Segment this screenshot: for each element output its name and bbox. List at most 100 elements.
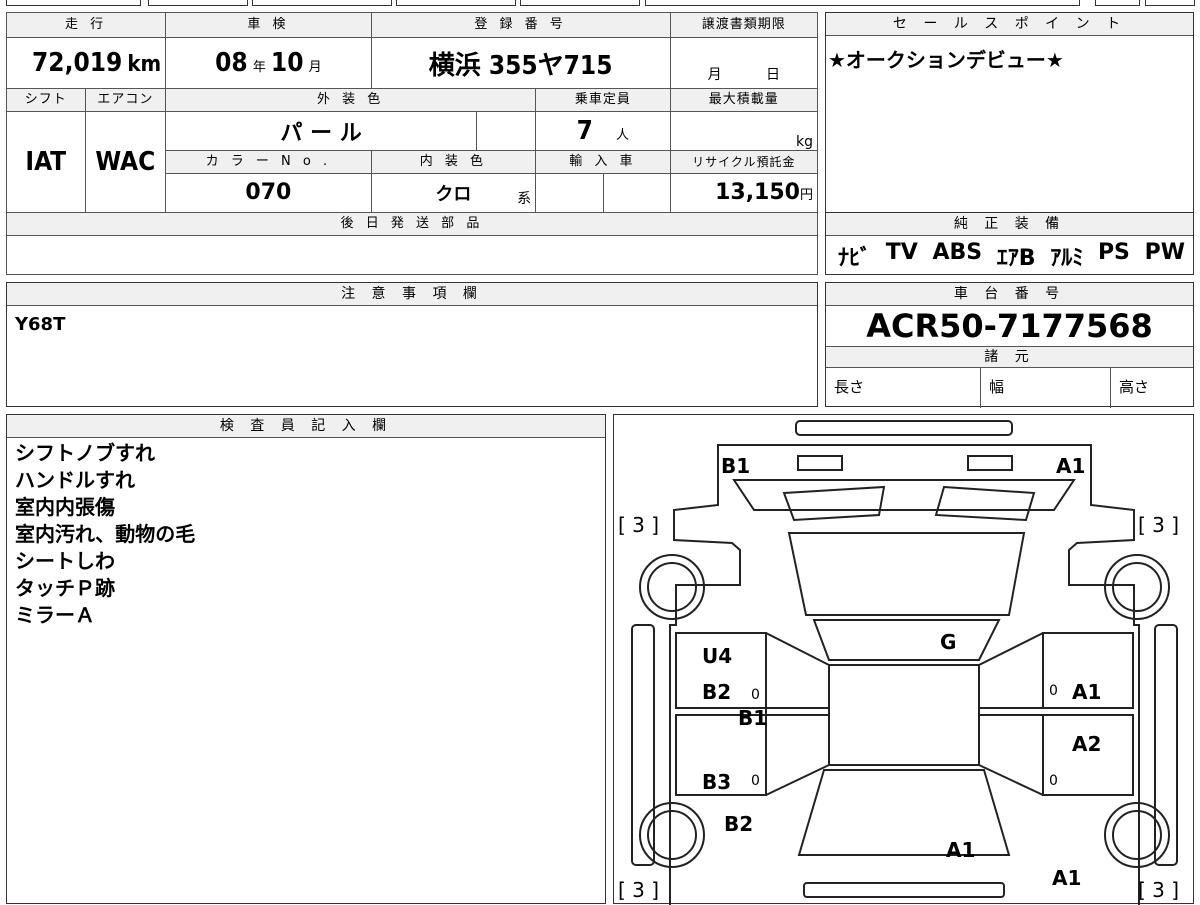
wheel-rl-shape: [639, 802, 705, 868]
label-tire-fl: [ 3 ]: [618, 513, 659, 537]
equipment-item: TV: [885, 240, 918, 265]
label-left-rear-door: B3: [702, 770, 731, 794]
label-zero-lr: 0: [751, 773, 760, 789]
exterior-color-value: パ ー ル: [165, 110, 477, 152]
chassis-header: 車 台 番 号: [826, 283, 1193, 306]
label-roof: G: [940, 630, 956, 654]
registration-cell: 横浜 355ヤ715: [370, 36, 671, 90]
interior-color-header: 内 装 色: [370, 150, 537, 174]
wheel-rr-inner: [1112, 810, 1162, 860]
label-front-left: B1: [721, 454, 750, 478]
max-load-header: 最大積載量: [669, 88, 819, 112]
inspection-header: 車 検: [165, 12, 372, 38]
left-hood-vent: [782, 485, 886, 522]
interior-color-suffix: 系: [517, 191, 532, 208]
notes-header: 注 意 事 項 欄: [7, 283, 817, 306]
right-headlight-shape: [967, 455, 1013, 471]
inspector-line: シートしわ: [15, 549, 115, 573]
exterior-color-header: 外 装 色: [165, 88, 537, 112]
mileage-header: 走 行: [5, 12, 167, 38]
mileage-value: 72,019: [32, 48, 123, 79]
wheel-rl-inner: [647, 810, 697, 860]
spec-length: 長さ: [826, 368, 981, 408]
inspection-month: 10: [270, 48, 304, 79]
inspection-year-unit: 年: [252, 60, 266, 76]
label-left-rear-quarter: B2: [724, 812, 753, 836]
label-right-front-door: A1: [1072, 680, 1101, 704]
capacity-unit: 人: [616, 128, 630, 144]
genuine-equipment-list: ﾅﾋﾞ TV ABS ｴｱB ｱﾙﾐ PS PW: [826, 236, 1193, 272]
registration-number: 横浜 355ヤ715: [428, 50, 613, 81]
recycle-fee-cell: 13,150円: [669, 172, 819, 214]
right-side-strip: [1154, 624, 1178, 866]
notes-text: Y68T: [15, 314, 66, 335]
color-no-header: カ ラ ー N o .: [165, 150, 372, 174]
notes-panel: 注 意 事 項 欄 Y68T: [6, 282, 818, 407]
wheel-fr-inner: [1112, 562, 1162, 612]
equipment-item: ｱﾙﾐ: [1050, 246, 1084, 271]
import-cell-right: [602, 172, 671, 214]
vehicle-info-panel: 走 行 車 検 登 録 番 号 譲渡書類期限 72,019 km 08 年 10…: [5, 12, 819, 276]
capacity-value: 7: [576, 116, 593, 147]
label-front-right: A1: [1056, 454, 1085, 478]
exterior-color-extra: [475, 110, 537, 152]
import-cell-left: [535, 172, 604, 214]
wheel-fl-inner: [647, 562, 697, 612]
label-tire-rl: [ 3 ]: [618, 878, 659, 902]
transfer-deadline-cell: 月 日: [669, 36, 819, 90]
interior-color-cell: クロ 系: [370, 172, 537, 214]
inspector-line: タッチＰ跡: [15, 576, 115, 600]
equipment-item: ABS: [932, 240, 983, 265]
roof-shape: [812, 619, 1001, 661]
inspector-line: 室内汚れ、動物の毛: [15, 522, 196, 546]
inspection-cell: 08 年 10 月: [165, 36, 372, 90]
windshield-shape: [787, 532, 1026, 616]
label-rear-center: A1: [946, 838, 975, 862]
recycle-fee-header: リサイクル預託金: [669, 150, 819, 174]
label-left-front-door: B2: [702, 680, 731, 704]
label-left-sill: B1: [738, 706, 767, 730]
wheel-fr-shape: [1104, 554, 1170, 620]
label-rear-right: A1: [1052, 866, 1081, 890]
label-zero-rf: 0: [1049, 683, 1058, 699]
chassis-panel: 車 台 番 号 ACR50-7177568 諸 元 長さ 幅 高さ: [825, 282, 1194, 408]
inspection-month-unit: 月: [308, 60, 322, 76]
specs-row: 長さ 幅 高さ: [826, 368, 1193, 408]
vehicle-info-table: 走 行 車 検 登 録 番 号 譲渡書類期限 72,019 km 08 年 10…: [5, 12, 819, 276]
label-tire-fr: [ 3 ]: [1138, 513, 1179, 537]
front-bumper-shape: [795, 420, 1013, 436]
aircon-header: エアコン: [84, 88, 167, 112]
registration-header: 登 録 番 号: [370, 12, 671, 38]
body-outline: [669, 444, 1140, 905]
import-header: 輸 入 車: [535, 150, 671, 174]
specs-header: 諸 元: [826, 347, 1193, 368]
max-load-unit: kg: [796, 134, 813, 151]
top-strip: [0, 0, 1200, 6]
left-headlight-shape: [797, 455, 843, 471]
shift-header: シフト: [6, 88, 86, 112]
label-zero-lf: 0: [751, 687, 760, 703]
recycle-fee-value: 13,150: [715, 180, 800, 206]
inspector-line: ハンドルすれ: [15, 468, 135, 492]
equipment-item: ﾅﾋﾞ: [838, 246, 872, 271]
genuine-equipment-header: 純 正 装 備: [826, 213, 1193, 236]
mileage-unit: km: [127, 52, 162, 78]
color-no-value: 070: [165, 172, 372, 214]
capacity-cell: 7 人: [535, 110, 671, 152]
later-parts-value: [6, 234, 818, 276]
equipment-item: PW: [1144, 240, 1185, 265]
inspector-line: 室内内張傷: [15, 495, 115, 519]
inspector-panel: 検 査 員 記 入 欄 シフトノブすれ ハンドルすれ 室内内張傷 室内汚れ、動物の毛シ…: [6, 414, 606, 904]
capacity-header: 乗車定員: [535, 88, 671, 112]
car-diagram-panel: B1 A1 [ 3 ] [ 3 ] G U4 B2 0 B1 B3 0 B2 A…: [613, 414, 1194, 905]
right-hood-vent: [934, 485, 1036, 522]
genuine-equipment-panel: 純 正 装 備 ﾅﾋﾞ TV ABS ｴｱB ｱﾙﾐ PS PW: [825, 212, 1194, 275]
transfer-day-unit: 日: [766, 67, 781, 84]
interior-color-value: クロ: [435, 183, 472, 205]
later-parts-header: 後 日 発 送 部 品: [6, 212, 818, 236]
wheel-fl-shape: [639, 554, 705, 620]
inspector-line: シフトノブすれ: [15, 441, 155, 465]
aircon-value: WAC: [84, 110, 167, 214]
rear-window-shape: [797, 769, 1011, 856]
transfer-month-unit: 月: [707, 67, 722, 84]
